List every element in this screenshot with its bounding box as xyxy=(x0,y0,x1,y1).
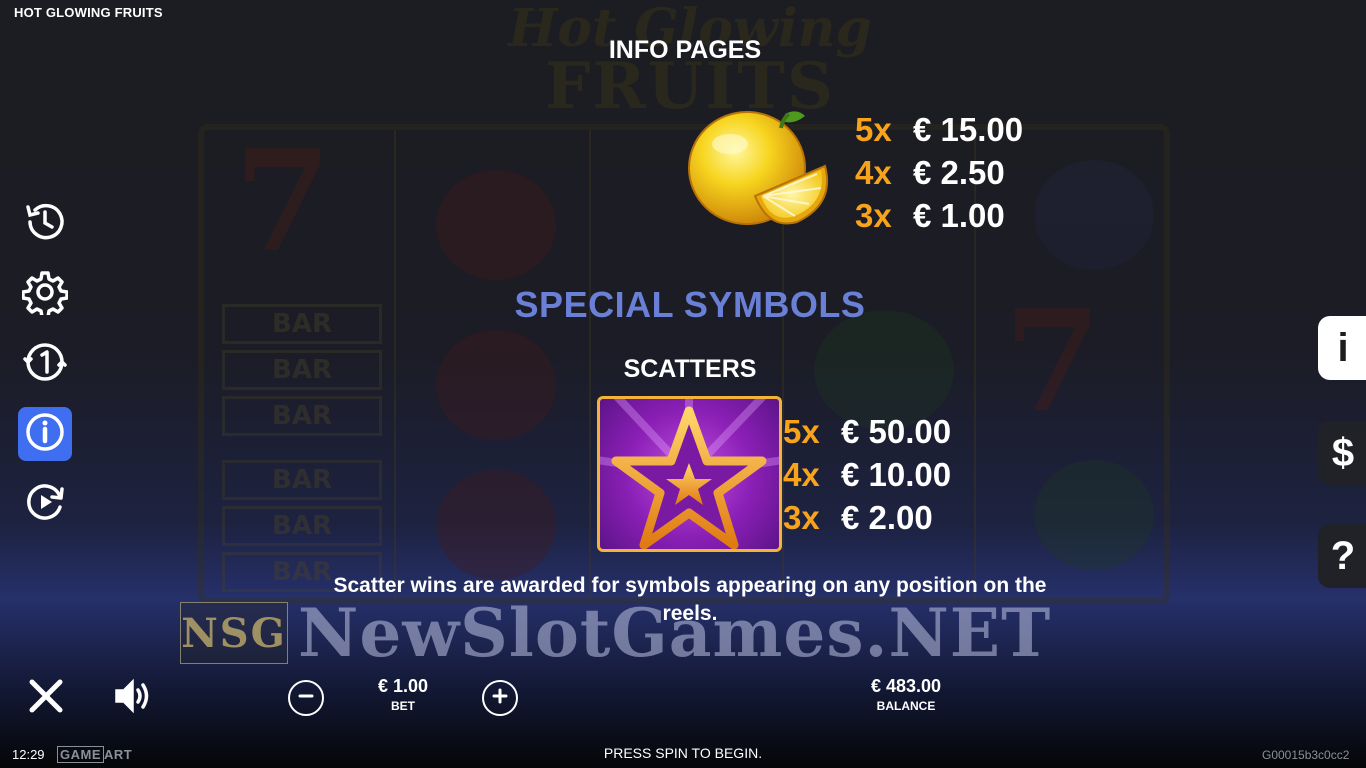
gameart-logo: GAME ART xyxy=(57,746,133,763)
background-plum-symbol xyxy=(1034,160,1154,270)
close-button[interactable] xyxy=(26,678,66,718)
settings-button[interactable] xyxy=(18,267,72,321)
paytable-row: 3x € 2.00 xyxy=(783,496,951,539)
paytable-row: 3x € 1.00 xyxy=(855,194,1023,237)
bet-value: € 1.00 xyxy=(377,676,429,696)
payout-count: 4x xyxy=(855,153,892,191)
balance-value: € 483.00 xyxy=(870,676,942,696)
close-icon xyxy=(28,678,64,719)
bet-label: BET xyxy=(391,699,415,713)
paytable-row: 4x € 10.00 xyxy=(783,453,951,496)
bet-increase-button[interactable] xyxy=(482,680,518,716)
background-cherry-symbol xyxy=(436,470,556,580)
tab-paytable-label: $ xyxy=(1331,430,1355,475)
tab-info[interactable]: i xyxy=(1318,316,1366,380)
star-scatter-icon xyxy=(597,396,782,552)
replay-button[interactable] xyxy=(18,477,72,531)
background-seven-symbol: 7 xyxy=(234,120,332,284)
payout-count: 5x xyxy=(855,110,892,148)
info-button[interactable] xyxy=(18,407,72,461)
info-pages-heading: INFO PAGES xyxy=(608,36,762,64)
payout-count: 3x xyxy=(855,196,892,234)
payout-count: 5x xyxy=(783,412,820,450)
payout-amount: € 50.00 xyxy=(841,412,952,450)
balance-display: € 483.00 BALANCE xyxy=(846,676,966,713)
balance-label: BALANCE xyxy=(876,699,936,713)
history-icon xyxy=(22,199,68,250)
background-bar-symbol: BAR xyxy=(222,350,382,390)
paytable-row: 5x € 15.00 xyxy=(855,108,1023,151)
speaker-icon xyxy=(113,678,153,719)
clock: 12:29 xyxy=(12,747,45,762)
watermark-logo: NSG xyxy=(180,602,288,664)
payout-count: 3x xyxy=(783,498,820,536)
game-title: HOT GLOWING FRUITS xyxy=(14,5,163,20)
background-cherry-symbol xyxy=(436,170,556,280)
lemon-icon xyxy=(685,104,835,234)
tab-paytable[interactable]: $ xyxy=(1318,421,1366,485)
build-id: G00015b3c0cc2 xyxy=(1262,748,1350,762)
background-bar-symbol: BAR xyxy=(222,304,382,344)
special-symbols-heading: SPECIAL SYMBOLS xyxy=(514,284,866,325)
payout-amount: € 2.50 xyxy=(913,153,1005,191)
brand-part1: GAME xyxy=(57,746,104,763)
payout-amount: € 2.00 xyxy=(841,498,933,536)
payout-amount: € 15.00 xyxy=(913,110,1024,148)
bet-decrease-button[interactable] xyxy=(288,680,324,716)
payout-amount: € 10.00 xyxy=(841,455,952,493)
tab-info-label: i xyxy=(1337,325,1349,370)
tab-help-label: ? xyxy=(1330,533,1356,578)
settings-gear-icon xyxy=(21,269,69,320)
scatter-paytable: 5x € 50.00 4x € 10.00 3x € 2.00 xyxy=(783,410,951,539)
status-message: PRESS SPIN TO BEGIN. xyxy=(603,745,763,761)
autoplay-icon xyxy=(22,339,68,390)
background-bar-symbol: BAR xyxy=(222,460,382,500)
lemon-paytable: 5x € 15.00 4x € 2.50 3x € 1.00 xyxy=(855,108,1023,237)
info-icon xyxy=(23,410,67,459)
tab-help[interactable]: ? xyxy=(1318,524,1366,588)
background-cherry-symbol xyxy=(436,330,556,440)
history-button[interactable] xyxy=(18,197,72,251)
plus-icon xyxy=(491,687,509,710)
bet-display: € 1.00 BET xyxy=(353,676,453,713)
background-bar-symbol: BAR xyxy=(222,396,382,436)
minus-icon xyxy=(297,687,315,710)
autoplay-button[interactable] xyxy=(18,337,72,391)
payout-amount: € 1.00 xyxy=(913,196,1005,234)
background-seven-symbol: 7 xyxy=(1004,280,1102,444)
background-bar-symbol: BAR xyxy=(222,506,382,546)
scatters-heading: SCATTERS xyxy=(623,355,757,383)
background-watermelon-symbol xyxy=(1034,460,1154,570)
sound-button[interactable] xyxy=(112,678,154,718)
watermark: NSG NewSlotGames.NET xyxy=(180,594,1190,672)
replay-icon xyxy=(22,479,68,530)
paytable-row: 4x € 2.50 xyxy=(855,151,1023,194)
reel-separator xyxy=(394,130,396,598)
paytable-row: 5x € 50.00 xyxy=(783,410,951,453)
brand-part2: ART xyxy=(104,747,133,762)
payout-count: 4x xyxy=(783,455,820,493)
